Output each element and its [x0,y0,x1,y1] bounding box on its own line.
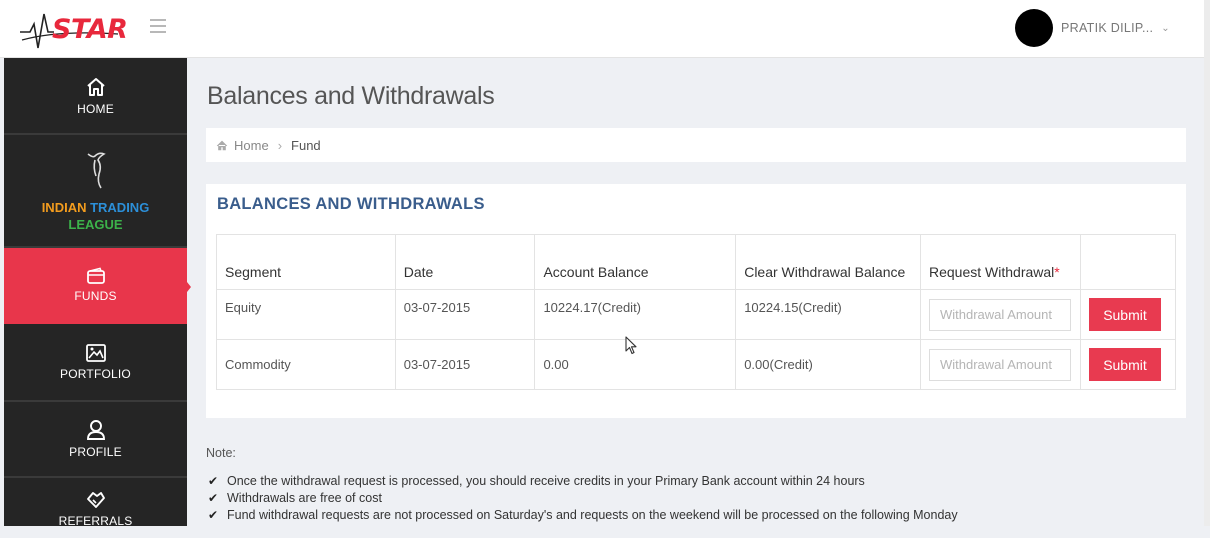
check-icon: ✔ [208,507,219,522]
chevron-right-icon: › [277,137,283,153]
scrollbar-track[interactable] [1204,0,1210,526]
sidebar-item-indian-trading-league[interactable]: INDIAN TRADING LEAGUE [4,135,187,248]
cell-date: 03-07-2015 [394,289,536,340]
cell-account-balance: 10224.17(Credit) [534,289,737,340]
active-indicator [183,277,191,297]
col-header-clear-withdrawal-balance: Clear Withdrawal Balance [735,234,921,290]
list-item: ✔ Once the withdrawal request is processe… [208,472,958,489]
menu-toggle-icon[interactable] [150,19,166,33]
bull-icon [87,152,106,188]
sidebar-item-portfolio[interactable]: PORTFOLIO [4,324,187,402]
submit-button[interactable]: Submit [1088,348,1161,381]
sidebar: HOME INDIAN TRADING LEAGUE FUNDS PORTFOL… [4,58,187,528]
itl-word-indian: INDIAN [41,199,87,215]
itl-word-trading: TRADING [90,199,150,215]
balances-table: Segment Date Account Balance Clear Withd… [216,234,1177,390]
check-icon: ✔ [208,490,219,505]
itl-label: INDIAN TRADING [42,200,150,215]
sidebar-item-label: FUNDS [74,289,117,303]
withdrawal-amount-input[interactable] [929,298,1071,331]
submit-button[interactable]: Submit [1088,298,1161,331]
list-item: ✔ Withdrawals are free of cost [208,489,958,506]
cell-date: 03-07-2015 [394,339,536,390]
user-menu[interactable]: PRATIK DILIP... ⌄ [1015,8,1170,48]
cell-submit: Submit [1079,339,1177,390]
notes-list: ✔ Once the withdrawal request is processe… [208,472,958,523]
col-header-date: Date [394,234,536,290]
col-header-action [1079,234,1177,290]
sidebar-item-label: PROFILE [69,445,122,459]
panel-title: BALANCES AND WITHDRAWALS [217,195,485,213]
col-header-request-withdrawal: Request Withdrawal* [920,234,1081,290]
withdrawal-amount-input[interactable] [929,348,1071,381]
note-label: Note: [206,446,236,460]
home-icon [216,140,228,150]
col-header-segment: Segment [216,234,396,290]
sidebar-item-label: HOME [77,101,114,116]
sidebar-item-funds[interactable]: FUNDS [4,248,187,324]
logo-text: STAR [52,14,128,45]
table-row: Equity 03-07-2015 10224.17(Credit) 10224… [216,289,1177,340]
table-row: Commodity 03-07-2015 0.00 0.00(Credit) S… [216,339,1177,390]
table-header-row: Segment Date Account Balance Clear Withd… [216,234,1177,290]
chevron-down-icon: ⌄ [1161,22,1170,34]
avatar [1015,9,1053,47]
note-text: Once the withdrawal request is processed… [227,473,865,488]
note-text: Fund withdrawal requests are not process… [227,507,958,522]
cell-withdrawal-input [920,339,1081,390]
page-title: Balances and Withdrawals [207,82,495,110]
top-bar: STAR PRATIK DILIP... ⌄ [0,0,1210,58]
check-icon: ✔ [208,473,219,488]
cell-submit: Submit [1079,289,1177,340]
breadcrumb-home-link[interactable]: Home [234,138,269,153]
balances-panel: BALANCES AND WITHDRAWALS Segment Date Ac… [206,184,1186,418]
cell-withdrawal-input [920,289,1081,340]
col-header-account-balance: Account Balance [534,234,737,290]
star-logo[interactable]: STAR [18,10,128,50]
mouse-cursor-icon [625,336,637,355]
home-icon [86,77,105,96]
cell-segment: Commodity [216,339,396,390]
list-item: ✔ Fund withdrawal requests are not proces… [208,506,958,523]
cell-clear-withdrawal-balance: 0.00(Credit) [735,339,921,390]
user-name: PRATIK DILIP... [1061,21,1154,35]
sidebar-item-referrals[interactable]: REFERRALS [4,478,187,538]
user-icon [86,420,105,440]
wallet-icon [86,267,105,284]
sidebar-item-home[interactable]: HOME [4,58,187,135]
cell-clear-withdrawal-balance: 10224.15(Credit) [735,289,921,340]
cell-segment: Equity [216,289,396,340]
image-icon [85,344,106,362]
itl-word-league: LEAGUE [68,216,123,232]
breadcrumb: Home › Fund [206,128,1186,162]
note-text: Withdrawals are free of cost [227,490,382,505]
required-mark: * [1054,264,1060,280]
handshake-icon [86,492,105,508]
col-header-request-withdrawal-label: Request Withdrawal [929,264,1055,280]
sidebar-item-label: PORTFOLIO [60,367,131,381]
breadcrumb-current: Fund [291,137,321,153]
sidebar-item-profile[interactable]: PROFILE [4,402,187,478]
